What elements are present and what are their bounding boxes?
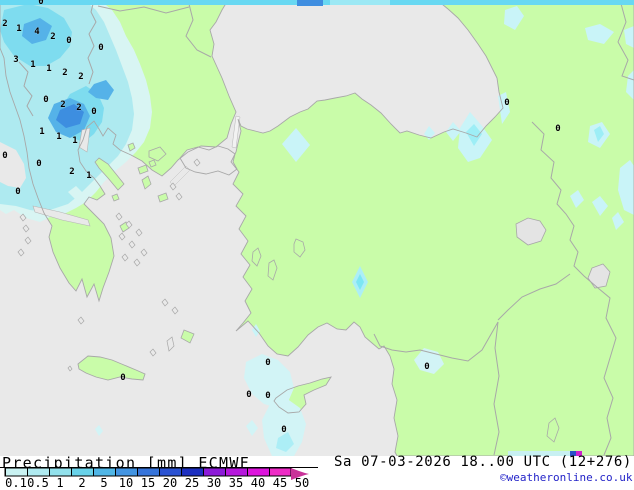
scale-segment	[181, 468, 203, 476]
scale-segment	[203, 468, 225, 476]
forecast-datetime: Sa 07-03-2026 18..00 UTC (12+276)	[334, 454, 632, 470]
map-canvas	[0, 0, 634, 456]
scale-label: 15	[141, 476, 155, 490]
weather-map-page: 02142003112202201110021000000000 Precipi…	[0, 0, 634, 490]
scale-labels: 0.1 0.5 1 2 5 10 15 20 25 30 35 40 45 50	[5, 476, 309, 490]
scale-segment	[49, 468, 71, 476]
scale-label: 10	[119, 476, 133, 490]
color-scale: 0.1 0.5 1 2 5 10 15 20 25 30 35 40 45 50	[0, 467, 318, 490]
copyright-link[interactable]: ©weatheronline.co.uk	[500, 471, 632, 484]
scale-segment	[159, 468, 181, 476]
legend-bar: Precipitation [mm] ECMWF 0.1 0.5 1 2 5 10 15 20…	[0, 454, 634, 490]
scale-label: 35	[229, 476, 243, 490]
scale-segment	[225, 468, 247, 476]
scale-segment	[137, 468, 159, 476]
scale-segment	[5, 468, 27, 476]
scale-label: 0.5	[27, 476, 49, 490]
scale-segment	[247, 468, 269, 476]
scale-label: 45	[273, 476, 287, 490]
scale-segment	[93, 468, 115, 476]
scale-segment	[71, 468, 93, 476]
scale-label: 1	[56, 476, 63, 490]
scale-label: 30	[207, 476, 221, 490]
scale-label: 0.1	[5, 476, 27, 490]
scale-segment	[115, 468, 137, 476]
scale-label: 25	[185, 476, 199, 490]
scale-label: 20	[163, 476, 177, 490]
scale-label: 2	[78, 476, 85, 490]
scale-label: 50	[295, 476, 309, 490]
scale-label: 40	[251, 476, 265, 490]
scale-segment	[27, 468, 49, 476]
scale-segment	[269, 468, 291, 476]
precipitation-map: 02142003112202201110021000000000	[0, 0, 634, 456]
scale-label: 5	[100, 476, 107, 490]
